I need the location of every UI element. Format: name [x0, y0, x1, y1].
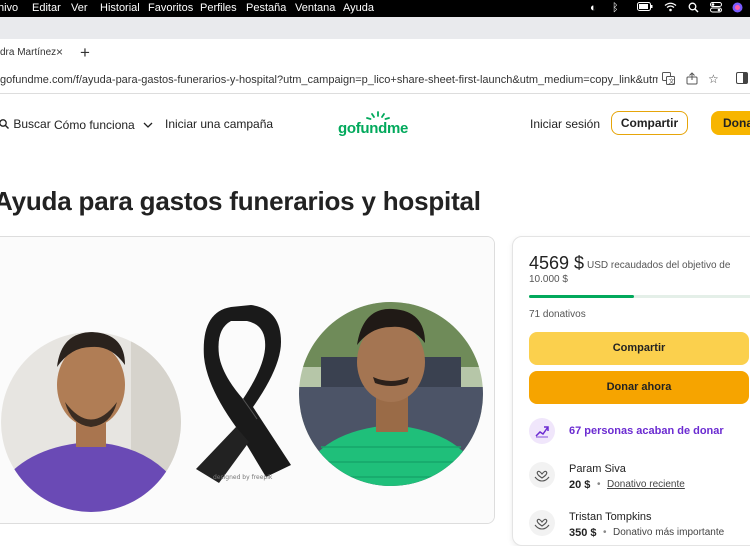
- new-tab-icon[interactable]: +: [80, 43, 90, 63]
- menu-perfiles[interactable]: Perfiles: [200, 2, 237, 14]
- control-center-icon[interactable]: [710, 2, 722, 16]
- tab-title: dra Martínez: [0, 47, 57, 58]
- start-campaign-link[interactable]: Iniciar una campaña: [165, 117, 273, 131]
- menu-archivo[interactable]: hivo: [0, 2, 18, 14]
- progress-bar: [529, 295, 750, 298]
- donation-card: 4569 $ USD recaudados del objetivo de 10…: [512, 236, 750, 546]
- how-it-works-label: Cómo funciona: [54, 118, 135, 132]
- menu-ayuda[interactable]: Ayuda: [343, 2, 374, 14]
- svg-text:文: 文: [669, 78, 675, 86]
- progress-fill: [529, 295, 635, 298]
- how-it-works-menu[interactable]: Cómo funciona: [54, 117, 153, 132]
- donor-name: Tristan Tompkins: [569, 511, 652, 523]
- donor-hands-icon: [529, 510, 555, 536]
- tab-close-icon[interactable]: ×: [56, 45, 63, 59]
- menu-pestana[interactable]: Pestaña: [246, 2, 286, 14]
- gofundme-logo[interactable]: gofundme: [338, 111, 418, 139]
- recent-donors-notice: 67 personas acaban de donar: [569, 425, 724, 437]
- battery-icon[interactable]: [637, 2, 653, 14]
- bluetooth-icon[interactable]: ᛒ: [612, 2, 619, 14]
- separator-dot: •: [597, 479, 601, 490]
- macos-menu-bar: hivo Editar Ver Historial Favoritos Perf…: [0, 0, 750, 17]
- share-page-icon[interactable]: [686, 72, 698, 88]
- siri-icon[interactable]: [732, 2, 743, 16]
- url-text[interactable]: gofundme.com/f/ayuda-para-gastos-funerar…: [0, 74, 658, 86]
- share-button[interactable]: Compartir: [529, 332, 749, 365]
- raised-description: USD recaudados del objetivo de 10.000 $: [529, 260, 731, 285]
- status-circle-icon[interactable]: ◐: [590, 2, 597, 14]
- chevron-down-icon: [143, 117, 153, 131]
- trending-up-icon: [529, 418, 555, 444]
- tab-strip: [0, 17, 750, 39]
- menu-favoritos[interactable]: Favoritos: [148, 2, 193, 14]
- site-header: Buscar Cómo funciona Iniciar una campaña…: [0, 95, 750, 155]
- donor-name: Param Siva: [569, 463, 626, 475]
- page-title: Ayuda para gastos funerarios y hospital: [0, 186, 481, 216]
- campaign-hero-image[interactable]: designed by freepik: [0, 236, 495, 524]
- menu-editar[interactable]: Editar: [32, 2, 61, 14]
- translate-icon[interactable]: 文: [662, 72, 675, 88]
- login-link[interactable]: Iniciar sesión: [530, 117, 600, 131]
- separator-dot: •: [603, 527, 607, 538]
- donor-amount: 20 $: [569, 479, 591, 491]
- browser-tab-active[interactable]: dra Martínez ×: [0, 40, 72, 68]
- header-share-button[interactable]: Compartir: [611, 111, 688, 135]
- menu-ver[interactable]: Ver: [71, 2, 88, 14]
- wifi-icon[interactable]: [664, 2, 677, 15]
- freepik-watermark: designed by freepik: [213, 474, 273, 481]
- donations-count: 71 donativos: [529, 309, 586, 320]
- search-icon: [0, 118, 10, 133]
- address-bar[interactable]: gofundme.com/f/ayuda-para-gastos-funerar…: [0, 68, 750, 94]
- donor-amount: 350 $: [569, 527, 597, 539]
- spotlight-search-icon[interactable]: [688, 2, 699, 16]
- header-donate-button[interactable]: Dona: [711, 111, 750, 135]
- bookmark-star-icon[interactable]: ☆: [708, 72, 719, 86]
- menu-historial[interactable]: Historial: [100, 2, 140, 14]
- side-panel-icon[interactable]: [736, 72, 748, 87]
- logo-text: gofundme: [338, 120, 409, 137]
- donor-tag-link[interactable]: Donativo reciente: [607, 479, 685, 490]
- donor-hands-icon: [529, 462, 555, 488]
- menu-ventana[interactable]: Ventana: [295, 2, 335, 14]
- donor-tag-label: Donativo más importante: [613, 527, 725, 538]
- search-label: Buscar: [13, 117, 51, 131]
- donate-now-button[interactable]: Donar ahora: [529, 371, 749, 404]
- search-link[interactable]: Buscar: [0, 117, 51, 133]
